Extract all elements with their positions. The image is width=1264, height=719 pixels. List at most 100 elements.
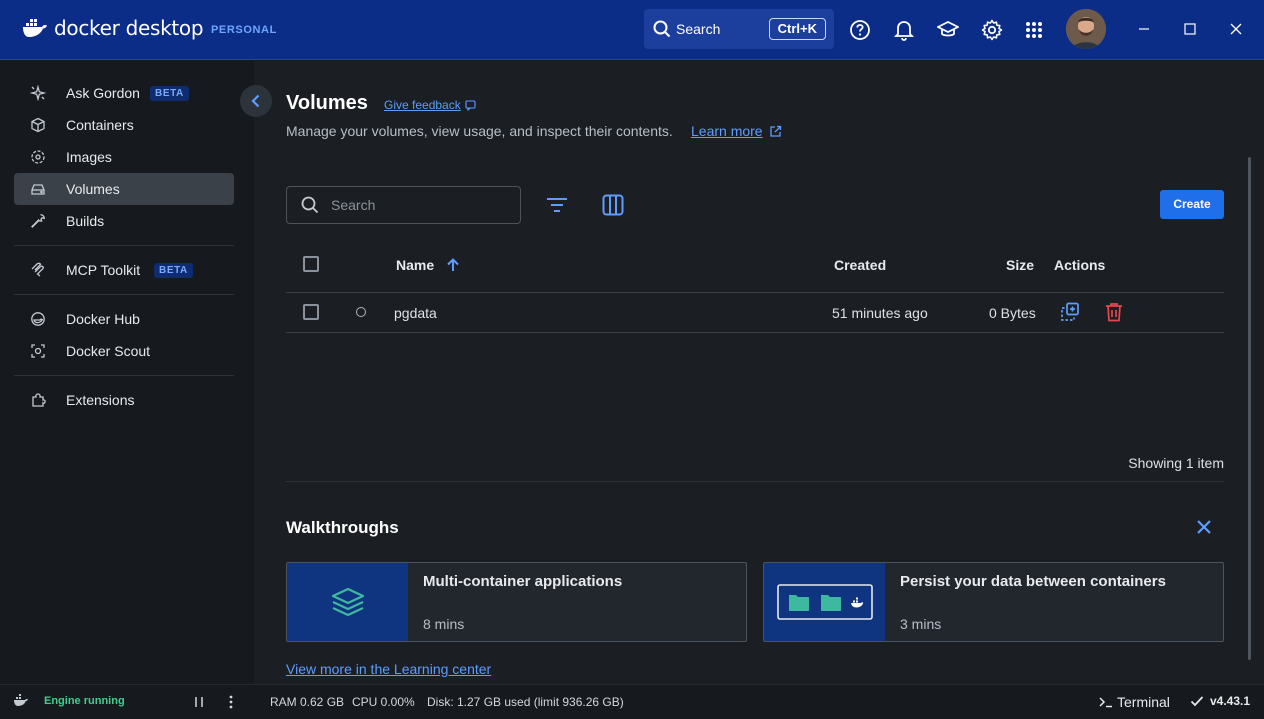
sidebar: Ask Gordon BETA Containers Images Volume…: [0, 61, 254, 684]
sidebar-item-containers[interactable]: Containers: [14, 109, 234, 141]
delete-icon[interactable]: [1105, 302, 1123, 322]
learn-more-link[interactable]: Learn more: [691, 123, 782, 139]
clone-icon[interactable]: [1060, 302, 1080, 322]
engine-status: Engine running: [44, 695, 125, 707]
logo-text: docker desktop: [54, 16, 204, 40]
learning-cap-icon[interactable]: [936, 18, 960, 42]
terminal-label: Terminal: [1117, 694, 1170, 710]
sidebar-item-mcp-toolkit[interactable]: MCP Toolkit BETA: [14, 254, 234, 286]
walkthrough-card[interactable]: Persist your data between containers 3 m…: [763, 562, 1224, 642]
folders-icon: [776, 584, 873, 620]
walkthrough-card[interactable]: Multi-container applications 8 mins: [286, 562, 747, 642]
sidebar-item-docker-scout[interactable]: Docker Scout: [14, 335, 234, 367]
column-header-name[interactable]: Name: [396, 257, 460, 273]
page-title: Volumes: [286, 92, 368, 114]
search-label: Search: [676, 21, 721, 37]
chevron-left-icon: [250, 94, 262, 108]
help-icon[interactable]: [848, 18, 872, 42]
external-link-icon: [769, 125, 782, 138]
image-icon: [30, 149, 46, 165]
close-icon[interactable]: [1194, 517, 1214, 537]
volume-search-input[interactable]: [331, 197, 501, 213]
version-indicator[interactable]: v4.43.1: [1190, 694, 1250, 708]
walkthrough-thumbnail: [764, 563, 885, 641]
beta-badge: BETA: [154, 263, 193, 278]
collapse-sidebar-button[interactable]: [240, 85, 272, 117]
feedback-label: Give feedback: [384, 98, 461, 112]
header-name-label: Name: [396, 257, 435, 273]
sidebar-divider: [14, 375, 234, 376]
user-avatar[interactable]: [1066, 9, 1106, 49]
puzzle-icon: [30, 392, 46, 408]
sidebar-item-label: Builds: [66, 213, 105, 229]
page-subtitle: Manage your volumes, view usage, and ins…: [286, 123, 673, 139]
volume-search-field[interactable]: [286, 186, 521, 224]
volume-icon: [30, 181, 46, 197]
gear-icon[interactable]: [980, 18, 1004, 42]
column-header-actions: Actions: [1054, 257, 1106, 273]
walkthrough-title: Persist your data between containers: [900, 573, 1166, 590]
apps-grid-icon[interactable]: [1022, 18, 1046, 42]
learning-center-link[interactable]: View more in the Learning center: [286, 661, 491, 677]
walkthrough-duration: 8 mins: [423, 616, 465, 632]
main-content: Volumes Give feedback Manage your volume…: [254, 61, 1264, 684]
sidebar-item-extensions[interactable]: Extensions: [14, 384, 234, 416]
sidebar-divider: [14, 245, 234, 246]
wrench-icon: [30, 213, 46, 229]
status-bar: Engine running RAM 0.62 GB CPU 0.00% Dis…: [0, 684, 1264, 719]
container-icon: [30, 117, 46, 133]
ram-usage: RAM 0.62 GB: [270, 695, 345, 709]
plan-badge: PERSONAL: [211, 24, 277, 36]
close-window-button[interactable]: [1227, 20, 1245, 38]
columns-icon[interactable]: [602, 194, 624, 216]
table-header-divider: [286, 292, 1224, 293]
walkthrough-thumbnail: [287, 563, 408, 641]
sidebar-item-volumes[interactable]: Volumes: [14, 173, 234, 205]
maximize-button[interactable]: [1181, 20, 1199, 38]
mcp-icon: [30, 262, 46, 278]
volume-created: 51 minutes ago: [832, 305, 928, 321]
docker-logo: docker desktop: [22, 16, 204, 40]
create-button[interactable]: Create: [1160, 190, 1224, 219]
layers-icon: [331, 587, 365, 617]
scrollbar[interactable]: [1248, 157, 1251, 660]
feedback-icon: [465, 99, 477, 111]
pause-icon[interactable]: [193, 695, 205, 709]
check-icon: [1190, 695, 1204, 707]
sidebar-item-label: Extensions: [66, 392, 135, 408]
sidebar-item-images[interactable]: Images: [14, 141, 234, 173]
scout-icon: [30, 343, 46, 359]
sidebar-item-label: Docker Hub: [66, 311, 140, 327]
cpu-usage: CPU 0.00%: [352, 695, 415, 709]
sidebar-item-label: Ask Gordon: [66, 85, 140, 101]
sidebar-item-ask-gordon[interactable]: Ask Gordon BETA: [14, 77, 234, 109]
terminal-icon: [1099, 696, 1113, 708]
walkthrough-duration: 3 mins: [900, 616, 942, 632]
column-header-created[interactable]: Created: [834, 257, 886, 273]
give-feedback-link[interactable]: Give feedback: [384, 98, 477, 112]
docker-whale-icon: [23, 19, 47, 37]
bell-icon[interactable]: [892, 18, 916, 42]
filter-icon[interactable]: [546, 194, 568, 216]
walkthroughs-title: Walkthroughs: [286, 518, 399, 537]
row-checkbox[interactable]: [303, 304, 319, 320]
disk-usage: Disk: 1.27 GB used (limit 936.26 GB): [427, 695, 624, 709]
sidebar-item-docker-hub[interactable]: Docker Hub: [14, 303, 234, 335]
volume-status-icon: [356, 307, 366, 317]
search-icon: [301, 196, 319, 214]
column-header-size[interactable]: Size: [1006, 257, 1034, 273]
more-options-icon[interactable]: [228, 695, 234, 709]
global-search-button[interactable]: Search Ctrl+K: [644, 9, 834, 49]
section-divider: [286, 481, 1224, 482]
walkthrough-title: Multi-container applications: [423, 573, 623, 590]
search-icon: [653, 20, 671, 38]
select-all-checkbox[interactable]: [303, 256, 319, 272]
sidebar-item-builds[interactable]: Builds: [14, 205, 234, 237]
terminal-button[interactable]: Terminal: [1099, 694, 1170, 710]
learn-more-label: Learn more: [691, 123, 763, 139]
search-shortcut: Ctrl+K: [768, 18, 826, 40]
minimize-button[interactable]: [1135, 20, 1153, 38]
sidebar-item-label: Containers: [66, 117, 134, 133]
volume-name[interactable]: pgdata: [394, 305, 437, 321]
sidebar-item-label: Volumes: [66, 181, 120, 197]
